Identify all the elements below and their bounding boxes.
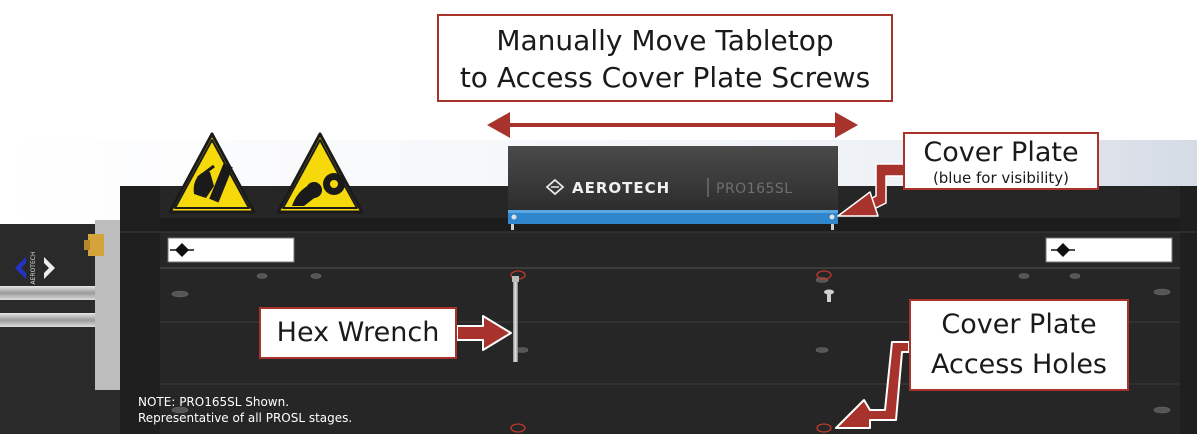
note-line-2: Representative of all PROSL stages.	[138, 411, 353, 425]
cover-plate-subtitle: (blue for visibility)	[932, 169, 1070, 187]
stage-label-right	[1045, 237, 1173, 263]
hex-wrench-label: Hex Wrench	[276, 317, 440, 348]
hex-wrench-icon	[512, 276, 519, 362]
cover-plate-callout: Cover Plate (blue for visibility)	[903, 132, 1099, 190]
move-tabletop-callout: Manually Move Tabletop to Access Cover P…	[437, 14, 893, 102]
move-tabletop-line-1: Manually Move Tabletop	[496, 24, 834, 57]
svg-text:AEROTECH: AEROTECH	[30, 252, 37, 285]
note-line-1: NOTE: PRO165SL Shown.	[138, 395, 290, 409]
tabletop: AEROTECH PRO165SL	[508, 146, 838, 210]
move-tabletop-line-2: to Access Cover Plate Screws	[459, 61, 871, 94]
access-holes-callout: Cover Plate Access Holes	[909, 299, 1129, 391]
move-tabletop-arrow	[487, 112, 858, 138]
cover-plate-title: Cover Plate	[923, 137, 1079, 168]
hex-wrench-callout: Hex Wrench	[259, 307, 457, 359]
access-holes-line-2: Access Holes	[930, 349, 1107, 380]
svg-text:AEROTECH: AEROTECH	[572, 179, 670, 197]
stage-note: NOTE: PRO165SL Shown. Representative of …	[138, 394, 352, 426]
stage-label-left	[167, 237, 295, 263]
access-holes-line-1: Cover Plate	[941, 309, 1097, 340]
svg-text:PRO165SL: PRO165SL	[716, 181, 793, 197]
motor-assembly	[0, 220, 125, 434]
